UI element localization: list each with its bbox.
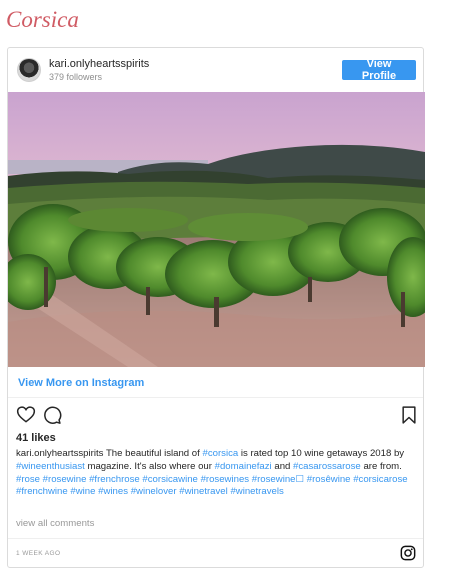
heart-icon[interactable] [16,405,36,425]
caption-text: and [271,460,294,472]
caption-text: The beautiful island of [103,448,203,459]
hashtag-link[interactable]: #winetravel [179,486,228,497]
page-title: Corsica [6,7,79,32]
like-count[interactable]: 41 likes [16,432,56,444]
caption-username[interactable]: kari.onlyheartsspirits [16,448,103,459]
comment-icon[interactable] [42,405,62,425]
vineyard-photo [8,92,425,367]
caption-text: are from. [360,460,402,472]
view-profile-button[interactable]: View Profile [342,58,416,82]
hashtag-link[interactable]: #rosêwine [307,474,351,485]
hashtag-link[interactable]: #rose [16,474,40,485]
hashtag-link[interactable]: #rosewine [43,474,87,485]
view-comments-link[interactable]: view all comments [16,518,94,529]
hashtag-link[interactable]: #corsicarose [353,474,407,485]
view-more-link[interactable]: View More on Instagram [18,377,144,389]
hashtag-link[interactable]: #winetravels [230,486,283,497]
hashtag-link[interactable]: #rosewines [201,474,250,485]
bookmark-icon[interactable] [399,405,419,425]
hashtag-link[interactable]: #corsica [202,448,238,459]
hashtag-link[interactable]: #wineenthusiast [16,461,85,472]
follower-count: 379 followers [49,72,103,82]
hashtag-link[interactable]: #rosewine☐ [252,474,304,485]
post-image[interactable] [8,92,425,367]
hashtag-link[interactable]: #frenchwine [16,486,68,497]
divider [8,397,423,398]
post-header: kari.onlyheartsspirits 379 followers Vie… [8,48,423,92]
hashtag-link[interactable]: #corsicawine [142,474,197,485]
hashtag-link[interactable]: #casarossarose [293,461,361,472]
instagram-embed: kari.onlyheartsspirits 379 followers Vie… [7,47,425,568]
avatar[interactable] [17,58,41,82]
username[interactable]: kari.onlyheartsspirits [49,58,149,70]
hashtag-link[interactable]: #frenchrose [89,474,140,485]
hashtag-link[interactable]: #domainefazi [215,461,272,472]
hashtag-link[interactable]: #winelover [131,486,177,497]
action-bar [8,405,423,427]
divider [8,538,423,539]
hashtag-link[interactable]: #wines [98,486,128,497]
instagram-icon[interactable] [400,545,416,561]
post-caption: kari.onlyheartsspirits The beautiful isl… [16,448,421,499]
hashtag-link[interactable]: #wine [70,486,95,497]
post-timestamp[interactable]: 1 WEEK AGO [16,550,60,557]
caption-text: magazine. It's also where our [84,460,215,472]
caption-text: is rated top 10 wine getaways 2018 by [238,448,405,459]
